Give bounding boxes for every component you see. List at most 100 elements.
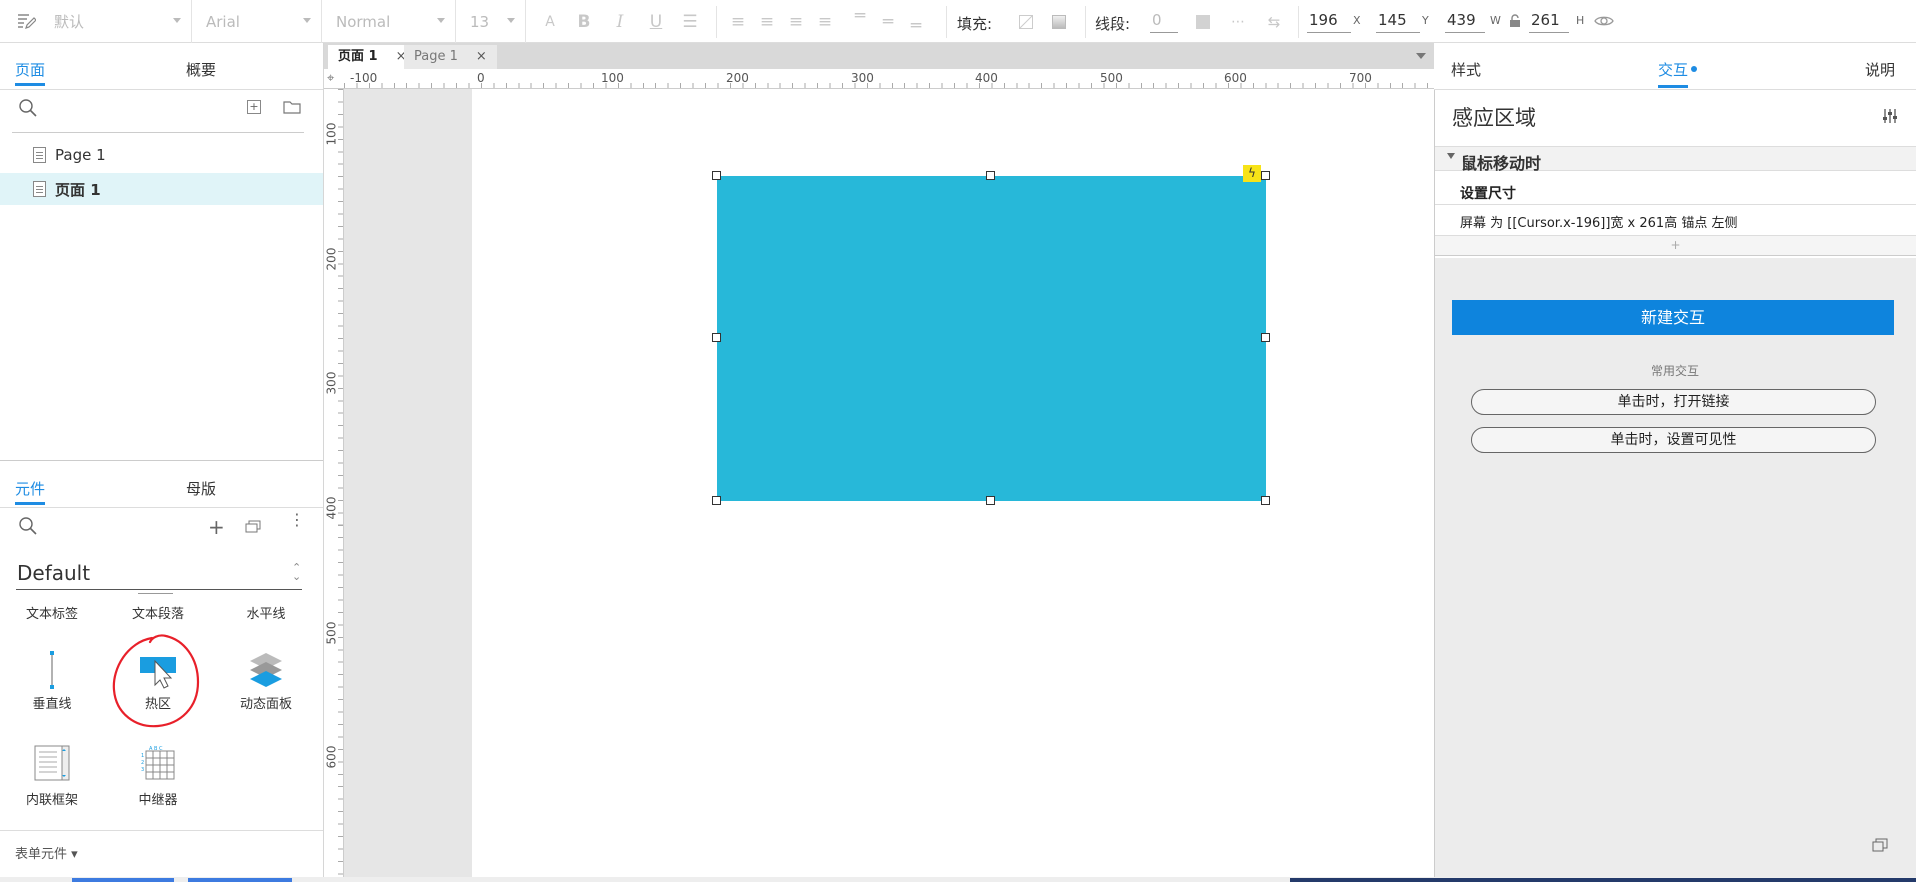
height-input[interactable]: 261 (1529, 9, 1569, 33)
bullet-list-icon[interactable]: ☰ (680, 12, 700, 32)
bold-icon[interactable]: B (574, 12, 594, 32)
hotspot-widget[interactable] (717, 176, 1266, 501)
valign-middle-icon[interactable]: ═ (878, 12, 898, 32)
form-widgets-toggle[interactable]: 表单元件 ▾ (15, 843, 78, 862)
divider (0, 89, 323, 90)
y-position-input[interactable]: 145 (1376, 9, 1420, 33)
align-right-icon[interactable]: ≡ (786, 12, 806, 32)
stroke-pattern-icon[interactable]: ⋯ (1228, 12, 1248, 32)
page-item-label: Page 1 (55, 146, 106, 164)
settings-sliders-icon[interactable] (1882, 108, 1898, 124)
tab-pages[interactable]: 页面 (15, 59, 45, 80)
crosshair-icon[interactable]: ⌖ (327, 71, 334, 86)
font-weight-value: Normal (336, 12, 391, 31)
fill-color-swatch[interactable] (1019, 15, 1033, 29)
resize-handle[interactable] (986, 171, 995, 180)
resize-handle[interactable] (712, 333, 721, 342)
resize-handle[interactable] (1261, 333, 1270, 342)
valign-top-icon[interactable]: ═ (850, 6, 870, 26)
page-item[interactable]: Page 1 (0, 139, 323, 171)
left-panel: 页面 概要 + Page 1 页面 1 元件 母版 + ⋮ Default ⌃ … (0, 43, 324, 882)
add-folder-icon[interactable] (283, 100, 301, 114)
chevron-down-icon (507, 18, 515, 23)
add-page-icon[interactable]: + (247, 100, 261, 114)
widget-dynamic-panel[interactable]: 动态面板 (216, 651, 316, 712)
ruler-label: 100 (324, 122, 339, 146)
add-action-button[interactable]: + (1435, 235, 1916, 256)
valign-bottom-icon[interactable]: ═ (906, 16, 926, 36)
doc-tab[interactable]: Page 1 × (404, 45, 497, 69)
action-name[interactable]: 设置尺寸 (1460, 183, 1516, 203)
widget-hotspot[interactable]: 热区 (108, 651, 208, 712)
widget-name[interactable]: 感应区域 (1452, 102, 1536, 132)
resize-handle[interactable] (1261, 171, 1270, 180)
open-link-button[interactable]: 单击时，打开链接 (1471, 389, 1876, 415)
x-position-input[interactable]: 196 (1307, 9, 1351, 33)
resize-handle[interactable] (712, 496, 721, 505)
action-detail[interactable]: 屏幕 为 [[Cursor.x-196]]宽 x 261高 锚点 左侧 (1460, 212, 1737, 231)
stroke-width-input[interactable]: 0 (1150, 9, 1178, 33)
style-edit-icon[interactable] (16, 11, 37, 31)
more-vertical-icon[interactable]: ⋮ (289, 512, 305, 528)
set-visibility-button[interactable]: 单击时，设置可见性 (1471, 427, 1876, 453)
app-window: 默认 Arial Normal 13 A B I U ☰ ≡ ≡ ≡ ≡ ═ ═… (0, 0, 1916, 882)
search-icon[interactable] (18, 98, 38, 118)
ruler-label: 600 (324, 745, 339, 769)
font-color-icon[interactable]: A (540, 12, 560, 32)
font-size-select[interactable]: 13 (456, 0, 526, 43)
tab-interactions[interactable]: 交互 (1658, 59, 1688, 80)
resize-handle[interactable] (712, 171, 721, 180)
divider (0, 460, 323, 461)
widget-label: 动态面板 (239, 697, 292, 712)
doc-tab-label: Page 1 (414, 49, 458, 64)
page-item-selected[interactable]: 页面 1 (0, 173, 323, 205)
stroke-color-swatch[interactable] (1196, 15, 1210, 29)
align-left-icon[interactable]: ≡ (728, 12, 748, 32)
widget-text-paragraph[interactable]: 文本段落 (108, 603, 208, 622)
page-icon (33, 147, 46, 163)
style-select[interactable]: 默认 (40, 0, 192, 43)
widget-horizontal-line[interactable]: 水平线 (216, 603, 316, 622)
widget-label: 水平线 (246, 607, 286, 622)
widget-text-label[interactable]: 文本标签 (2, 603, 102, 622)
tab-style[interactable]: 样式 (1451, 59, 1481, 80)
widget-repeater[interactable]: A B C 123 中继器 (108, 745, 208, 808)
widget-vertical-line[interactable]: 垂直线 (2, 651, 102, 712)
resize-handle[interactable] (1261, 496, 1270, 505)
tab-widgets[interactable]: 元件 (15, 478, 45, 499)
close-icon[interactable]: × (476, 49, 487, 64)
arrow-style-icon[interactable]: ⇆ (1264, 12, 1284, 32)
widget-label: 垂直线 (32, 697, 72, 712)
tab-masters[interactable]: 母版 (186, 478, 216, 499)
lock-icon[interactable] (1509, 14, 1521, 28)
search-icon[interactable] (18, 516, 38, 536)
font-select[interactable]: Arial (192, 0, 322, 43)
add-page-icon[interactable] (247, 83, 261, 97)
collapse-triangle-icon[interactable] (1447, 153, 1455, 159)
tab-active-underline (15, 502, 45, 505)
italic-icon[interactable]: I (610, 12, 630, 32)
library-switch-icon[interactable]: ⌃ ⌄ (292, 562, 301, 582)
align-center-icon[interactable]: ≡ (757, 12, 777, 32)
repeater-icon: A B C 123 (140, 745, 176, 781)
tab-outline[interactable]: 概要 (186, 59, 216, 80)
font-weight-select[interactable]: Normal (322, 0, 456, 43)
search-underline (12, 132, 304, 133)
dynamic-panel-icon (248, 651, 284, 689)
restore-panel-icon[interactable] (1872, 838, 1888, 852)
svg-text:1: 1 (141, 753, 144, 759)
widget-inline-frame[interactable]: 内联框架 (2, 745, 102, 808)
underline-icon[interactable]: U (646, 12, 666, 32)
tab-notes[interactable]: 说明 (1865, 59, 1895, 80)
tab-overflow-icon[interactable] (1416, 53, 1426, 59)
width-input[interactable]: 439 (1445, 9, 1485, 33)
add-library-icon[interactable]: + (208, 515, 225, 539)
event-header[interactable]: 鼠标移动时 (1435, 146, 1916, 173)
interaction-bolt-icon[interactable]: ϟ (1243, 165, 1261, 182)
shadow-icon[interactable] (1052, 15, 1066, 29)
visibility-eye-icon[interactable] (1594, 12, 1614, 30)
library-copy-icon[interactable] (245, 520, 262, 533)
align-justify-icon[interactable]: ≡ (815, 12, 835, 32)
new-interaction-button[interactable]: 新建交互 (1452, 300, 1894, 335)
resize-handle[interactable] (986, 496, 995, 505)
